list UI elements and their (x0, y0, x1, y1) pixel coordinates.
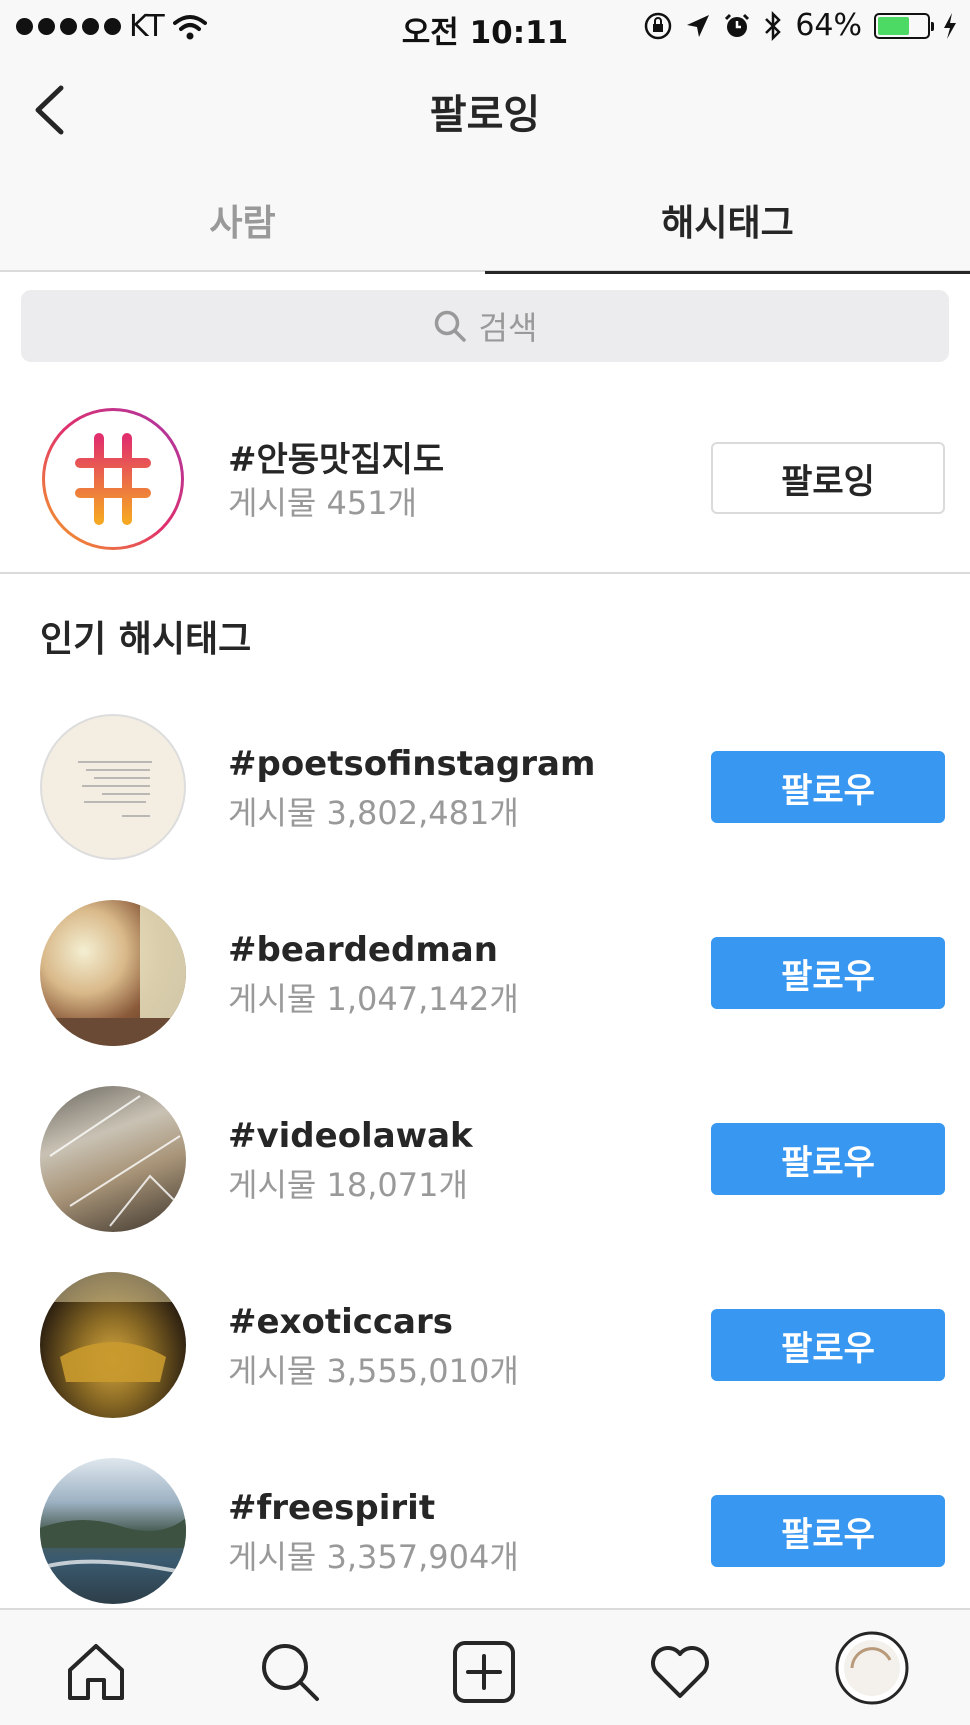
rotation-lock-icon (645, 12, 672, 39)
divider (0, 572, 970, 574)
hashtag-name: #freespirit (228, 1488, 436, 1528)
hashtag-icon (42, 408, 184, 550)
hashtag-post-count: 게시물 18,071개 (228, 1166, 468, 1204)
hashtag-name: #poetsofinstagram (228, 744, 596, 784)
home-icon[interactable] (64, 1640, 128, 1704)
follow-button[interactable]: 팔로우 (711, 1309, 945, 1381)
hashtag-row[interactable]: #freespirit 게시물 3,357,904개 팔로우 (0, 1458, 970, 1608)
tab-hashtags[interactable]: 해시태그 (485, 184, 970, 274)
add-icon[interactable] (452, 1640, 516, 1704)
status-bar: KT 오전 10:11 64% (0, 0, 970, 54)
header: 팔로잉 사람 해시태그 (0, 54, 970, 274)
bottom-tab-bar (0, 1608, 970, 1725)
hashtag-post-count: 게시물 3,555,010개 (228, 1352, 519, 1390)
tab-people[interactable]: 사람 (0, 184, 485, 272)
hashtag-post-count: 게시물 3,357,904개 (228, 1538, 519, 1576)
search-placeholder: 검색 (478, 309, 538, 347)
charging-icon (944, 12, 956, 39)
hashtag-post-count: 게시물 451개 (228, 484, 418, 522)
search-input[interactable]: 검색 (21, 290, 949, 362)
hashtag-name: #videolawak (228, 1116, 473, 1156)
hashtag-avatar (40, 406, 186, 552)
page-title: 팔로잉 (429, 92, 541, 138)
status-bar-right: 64% (643, 8, 958, 43)
following-button[interactable]: 팔로잉 (711, 442, 945, 514)
section-title: 인기 해시태그 (40, 619, 252, 660)
follow-button[interactable]: 팔로우 (711, 1123, 945, 1195)
heart-icon[interactable] (648, 1640, 712, 1704)
hashtag-row[interactable]: #videolawak 게시물 18,071개 팔로우 (0, 1086, 970, 1236)
hashtag-thumbnail (40, 1086, 186, 1232)
hashtag-thumbnail (40, 1458, 186, 1604)
hashtag-thumbnail (40, 1272, 186, 1418)
location-icon (687, 14, 710, 37)
hashtag-post-count: 게시물 1,047,142개 (228, 980, 519, 1018)
follow-button[interactable]: 팔로우 (711, 937, 945, 1009)
hashtag-post-count: 게시물 3,802,481개 (228, 794, 519, 832)
alarm-icon (725, 13, 750, 37)
battery-percent: 64% (795, 8, 862, 43)
hashtag-row[interactable]: #beardedman 게시물 1,047,142개 팔로우 (0, 900, 970, 1050)
follow-button[interactable]: 팔로우 (711, 1495, 945, 1567)
hashtag-name: #beardedman (228, 930, 498, 970)
follow-button[interactable]: 팔로우 (711, 751, 945, 823)
hashtag-thumbnail (40, 900, 186, 1046)
search-icon (434, 310, 466, 342)
hashtag-name: #안동맛집지도 (228, 440, 445, 480)
hashtag-row[interactable]: #poetsofinstagram 게시물 3,802,481개 팔로우 (0, 714, 970, 864)
hashtag-name: #exoticcars (228, 1302, 454, 1342)
bluetooth-icon (765, 10, 782, 41)
battery-icon (874, 12, 934, 39)
battery-level (878, 16, 909, 35)
hashtag-row[interactable]: #exoticcars 게시물 3,555,010개 팔로우 (0, 1272, 970, 1422)
followed-hashtag-row[interactable]: #안동맛집지도 게시물 451개 팔로잉 (0, 406, 970, 556)
tab-strip: 사람 해시태그 (0, 184, 970, 274)
search-icon[interactable] (258, 1640, 322, 1704)
profile-icon[interactable] (834, 1630, 910, 1706)
hashtag-thumbnail (40, 714, 186, 860)
